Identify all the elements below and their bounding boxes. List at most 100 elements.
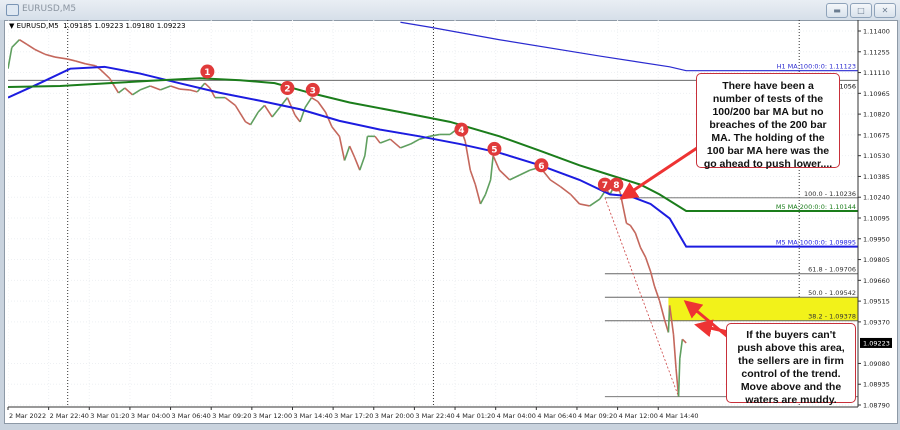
test-marker-label: 4 <box>458 126 464 136</box>
price-segment <box>653 285 661 301</box>
price-segment <box>98 68 111 79</box>
price-segment <box>209 87 216 99</box>
symbol-label: EURUSD,M5 <box>16 22 59 30</box>
price-segment <box>364 136 369 156</box>
price-segment <box>160 85 171 91</box>
price-segment <box>626 222 631 227</box>
y-tick-label: 1.10675 <box>863 131 890 139</box>
price-segment <box>677 358 681 397</box>
price-segment <box>579 203 590 207</box>
price-segment <box>559 185 572 195</box>
x-tick-label: 3 Mar 20:00 <box>375 412 414 420</box>
x-tick-label: 3 Mar 14:40 <box>293 412 332 420</box>
price-segment <box>85 63 96 67</box>
y-tick-label: 1.09515 <box>863 298 890 306</box>
x-tick-label: 4 Mar 01:20 <box>456 412 495 420</box>
price-segment <box>257 104 266 113</box>
price-segment <box>311 96 319 103</box>
price-segment <box>245 121 251 126</box>
y-tick-label: 1.08790 <box>863 402 890 410</box>
price-segment <box>179 88 190 91</box>
price-segment <box>498 169 511 181</box>
price-segment <box>658 300 666 321</box>
dropdown-triangle-icon[interactable]: ▼ <box>9 22 14 30</box>
price-segment <box>11 39 21 49</box>
ma-label: M5 MA:100:0:0: 1.09895 <box>776 239 856 247</box>
y-tick-label: 1.10385 <box>863 173 890 181</box>
arrow-to-38-level <box>694 319 729 338</box>
price-segment <box>189 89 198 93</box>
fib-level-label: 38.2 - 1.09378 <box>808 313 856 321</box>
annotation-ma-tests: There have been a number of tests of the… <box>696 73 840 170</box>
y-tick-label: 1.09080 <box>863 360 890 368</box>
y-tick-label: 1.10530 <box>863 152 890 160</box>
x-tick-label: 3 Mar 17:20 <box>334 412 373 420</box>
y-tick-label: 1.11255 <box>863 48 890 56</box>
x-tick-label: 3 Mar 12:00 <box>253 412 292 420</box>
price-segment <box>519 169 531 176</box>
y-tick-label: 1.08935 <box>863 381 890 389</box>
price-segment <box>549 179 561 188</box>
price-segment <box>132 89 141 96</box>
y-tick-label: 1.11110 <box>863 69 890 77</box>
price-segment <box>224 96 236 107</box>
price-segment <box>34 48 46 55</box>
price-segment <box>570 193 581 205</box>
test-marker-label: 3 <box>310 86 316 96</box>
x-tick-label: 3 Mar 06:40 <box>172 412 211 420</box>
x-tick-label: 3 Mar 01:20 <box>90 412 129 420</box>
x-tick-label: 2 Mar 2022 <box>9 412 46 420</box>
y-tick-label: 1.09370 <box>863 318 890 326</box>
ma-label: H1 MA:100:0:0: 1.11123 <box>777 63 856 71</box>
price-segment <box>263 104 273 118</box>
y-tick-label: 1.11400 <box>863 28 890 36</box>
x-tick-label: 4 Mar 09:20 <box>578 412 617 420</box>
price-segment <box>324 111 333 128</box>
y-tick-label: 1.10095 <box>863 215 890 223</box>
x-tick-label: 4 Mar 14:40 <box>659 412 698 420</box>
price-segment <box>379 138 391 144</box>
price-segment <box>19 39 28 46</box>
price-segment <box>644 256 652 272</box>
price-segment <box>359 155 366 171</box>
x-tick-label: 3 Mar 04:00 <box>131 412 170 420</box>
annotation-fib-zone: If the buyers can't push above this area… <box>726 323 856 406</box>
price-segment <box>294 114 301 123</box>
price-segment <box>26 43 36 51</box>
y-tick-label: 1.10240 <box>863 194 890 202</box>
price-segment <box>634 232 642 248</box>
price-segment <box>509 174 521 181</box>
price-segment <box>469 169 477 185</box>
price-segment <box>170 85 180 90</box>
price-segment <box>681 338 687 344</box>
price-segment <box>271 106 281 118</box>
price-segment <box>353 157 361 171</box>
fib-level-label: 50.0 - 1.09542 <box>808 289 856 297</box>
price-segment <box>139 85 151 91</box>
price-segment <box>589 198 601 207</box>
price-segment <box>484 179 492 195</box>
price-segment <box>234 104 247 123</box>
current-price-label: 1.09223 <box>863 339 890 347</box>
y-tick-label: 1.09660 <box>863 277 890 285</box>
price-segment <box>149 85 161 91</box>
price-segment <box>338 136 346 161</box>
y-tick-label: 1.10820 <box>863 111 890 119</box>
price-segment <box>374 135 381 144</box>
price-segment <box>67 58 76 62</box>
price-segment <box>75 60 86 65</box>
x-tick-label: 3 Mar 22:40 <box>415 412 454 420</box>
fib-level-label: 61.8 - 1.09706 <box>808 266 856 274</box>
test-marker-label: 5 <box>491 145 497 155</box>
price-segment <box>8 47 13 69</box>
fib-level-label: 100.0 - 1.10236 <box>804 190 856 198</box>
x-tick-label: 4 Mar 12:00 <box>619 412 658 420</box>
chart-header: ▼ EURUSD,M5 1.09185 1.09223 1.09180 1.09… <box>9 22 186 30</box>
x-tick-label: 4 Mar 04:00 <box>497 412 536 420</box>
price-segment <box>474 184 482 205</box>
x-tick-label: 4 Mar 06:40 <box>537 412 576 420</box>
test-marker-label: 1 <box>204 68 210 78</box>
price-segment <box>400 143 411 149</box>
price-segment <box>639 247 647 258</box>
ohlc-values: 1.09185 1.09223 1.09180 1.09223 <box>63 22 186 30</box>
